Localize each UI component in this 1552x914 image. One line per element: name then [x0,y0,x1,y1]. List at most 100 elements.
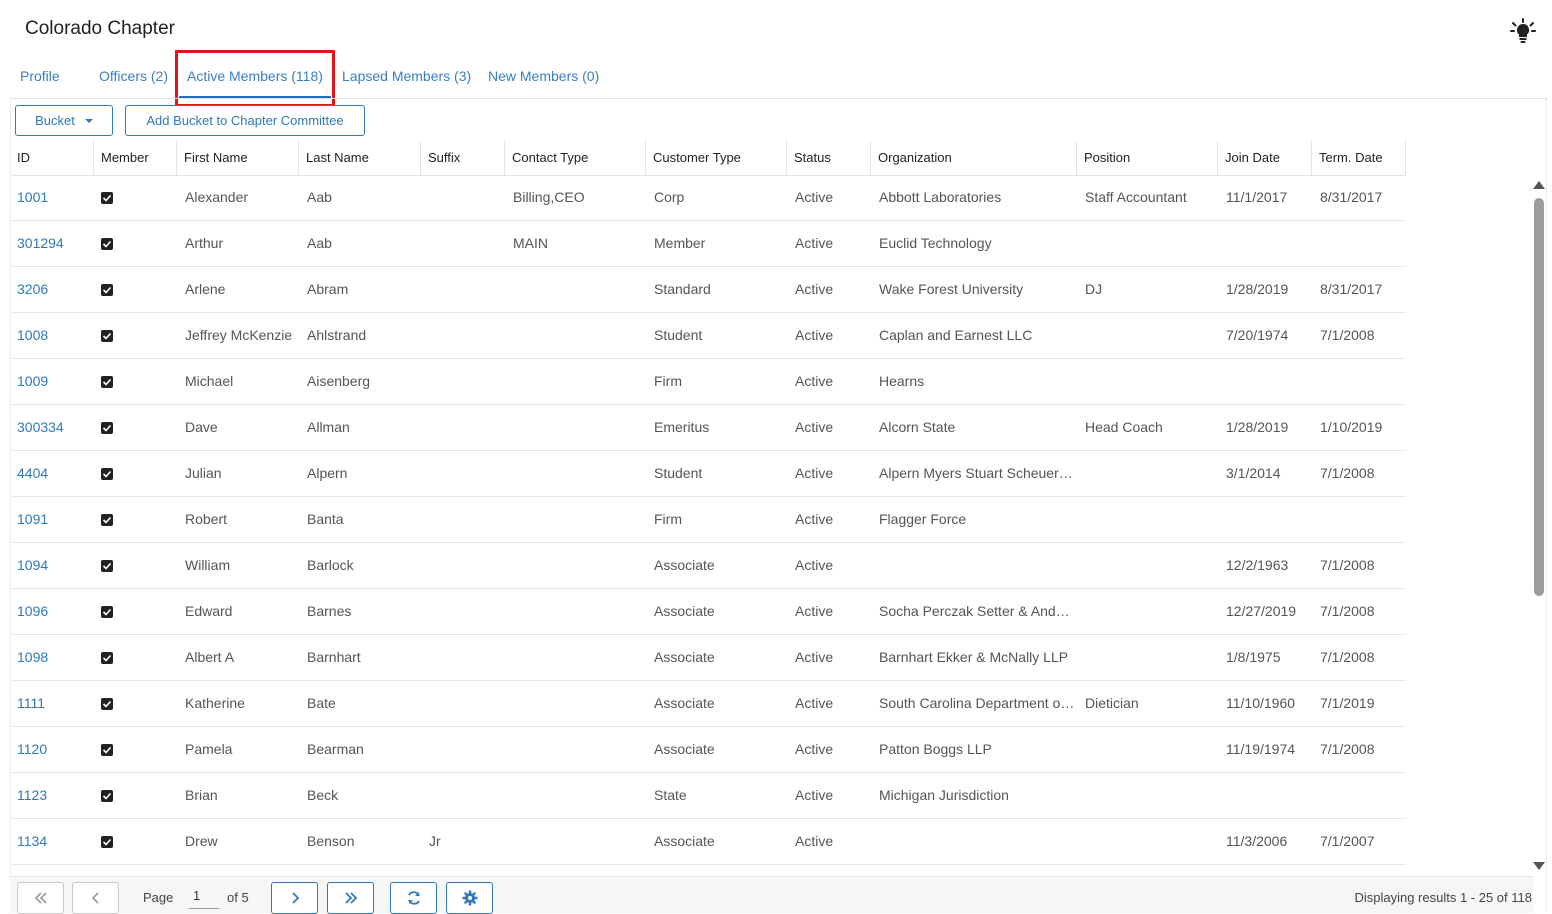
cell-term-date: 7/1/2008 [1320,741,1375,757]
column-header-last-name[interactable]: Last Name [299,141,421,175]
column-header-status[interactable]: Status [787,141,871,175]
tab-officers[interactable]: Officers (2) [99,68,168,84]
table-row[interactable]: 1120 Pamela Bearman Associate Active Patton B… [10,727,1406,773]
next-page-button[interactable] [271,882,318,914]
table-row[interactable]: 4404 Julian Alpern Student Active Alpern Myer… [10,451,1406,497]
table-row[interactable]: 1001 Alexander Aab Billing,CEO Corp Active Abb… [10,175,1406,221]
cell-contact-type [505,451,646,496]
cell-customer-type: Firm [654,511,682,527]
table-header: ID Member First Name Last Name Suffix Contact… [10,141,1406,176]
tab-active-members[interactable]: Active Members (118) [179,68,331,99]
cell-id[interactable]: 1098 [10,635,94,680]
cell-suffix [421,359,505,404]
cell-id[interactable]: 1008 [10,313,94,358]
table-row[interactable]: 301294 Arthur Aab MAIN Member Active Euclid Te… [10,221,1406,267]
cell-contact-type [505,681,646,726]
cell-first-name: Jeffrey McKenzie [185,327,293,343]
cell-organization: Flagger Force [879,511,967,527]
cell-customer-type: Student [654,327,703,343]
previous-page-button[interactable] [72,882,119,914]
cell-position [1077,221,1218,266]
table-row[interactable]: 1134 Drew Benson Jr Associate Active 11/3/2006… [10,819,1406,865]
cell-last-name: Ahlstrand [307,327,367,343]
page-number-input[interactable] [189,883,219,909]
cell-contact-type [505,267,646,312]
cell-first-name: Julian [185,465,222,481]
first-page-button[interactable] [17,882,64,914]
column-header-organization[interactable]: Organization [871,141,1077,175]
cell-id[interactable]: 1009 [10,359,94,404]
cell-status: Active [795,741,834,757]
column-header-contact-type[interactable]: Contact Type [505,141,646,175]
table-row[interactable]: 300334 Dave Allman Emeritus Active Alcorn Sta… [10,405,1406,451]
cell-id[interactable]: 1091 [10,497,94,542]
cell-contact-type [505,819,646,864]
table-row[interactable]: 1096 Edward Barnes Associate Active Socha Per… [10,589,1406,635]
table-row[interactable]: 3206 Arlene Abram Standard Active Wake Forest… [10,267,1406,313]
table-row[interactable]: 1008 Jeffrey McKenzie Ahlstrand Student Acti… [10,313,1406,359]
cell-status: Active [795,235,834,251]
cell-organization [871,819,1077,864]
cell-id[interactable]: 3206 [10,267,94,312]
cell-customer-type: Corp [654,189,685,205]
column-header-position[interactable]: Position [1077,141,1218,175]
cell-id[interactable]: 1094 [10,543,94,588]
column-header-suffix[interactable]: Suffix [421,141,505,175]
cell-id[interactable]: 1001 [10,175,94,220]
cell-id[interactable]: 1096 [10,589,94,634]
member-checkbox-checked-icon [101,790,113,802]
cell-join-date [1218,497,1312,542]
tab-lapsed-members[interactable]: Lapsed Members (3) [342,68,471,84]
scrollbar-thumb[interactable] [1534,198,1544,596]
member-checkbox-checked-icon [101,284,113,296]
cell-first-name: Michael [185,373,234,389]
table-row[interactable]: 1094 William Barlock Associate Active 12/2/19… [10,543,1406,589]
column-header-join-date[interactable]: Join Date [1218,141,1312,175]
column-header-id[interactable]: ID [10,141,94,175]
cell-join-date: 12/2/1963 [1226,557,1289,573]
member-checkbox-checked-icon [101,560,113,572]
last-page-button[interactable] [327,882,374,914]
tab-profile[interactable]: Profile [20,68,60,84]
cell-join-date: 11/10/1960 [1226,695,1296,711]
column-header-member[interactable]: Member [94,141,177,175]
member-checkbox-checked-icon [101,836,113,848]
cell-organization: Alpern Myers Stuart Scheuer… [879,465,1073,481]
bucket-dropdown-button[interactable]: Bucket [15,105,113,136]
cell-organization: South Carolina Department o… [879,695,1075,711]
scroll-up-icon[interactable] [1533,181,1545,189]
lightbulb-icon[interactable] [1510,18,1536,44]
add-bucket-button[interactable]: Add Bucket to Chapter Committee [125,105,365,136]
table-row[interactable]: 1123 Brian Beck State Active Michigan Jurisdi… [10,773,1406,819]
cell-term-date: 1/10/2019 [1320,419,1383,435]
cell-id[interactable]: 4404 [10,451,94,496]
cell-id[interactable]: 1134 [10,819,94,864]
cell-position [1077,543,1218,588]
cell-id[interactable]: 1120 [10,727,94,772]
table-row[interactable]: 1091 Robert Banta Firm Active Flagger Force [10,497,1406,543]
cell-term-date: 7/1/2008 [1320,327,1375,343]
cell-position [1077,313,1218,358]
table-row[interactable]: 1111 Katherine Bate Associate Active South Ca… [10,681,1406,727]
tab-new-members[interactable]: New Members (0) [488,68,599,84]
cell-id[interactable]: 1111 [10,681,94,726]
cell-first-name: Pamela [185,741,233,757]
refresh-button[interactable] [390,882,437,914]
caret-down-icon [84,118,93,123]
cell-join-date: 3/1/2014 [1226,465,1281,481]
cell-id[interactable]: 1123 [10,773,94,818]
cell-id[interactable]: 300334 [10,405,94,450]
cell-join-date: 7/20/1974 [1226,327,1289,343]
table-row[interactable]: 1009 Michael Aisenberg Firm Active Hearns [10,359,1406,405]
settings-button[interactable] [446,882,493,914]
cell-join-date: 1/28/2019 [1226,419,1289,435]
cell-term-date: 8/31/2017 [1320,189,1383,205]
cell-term-date: 7/1/2008 [1320,557,1375,573]
column-header-first-name[interactable]: First Name [177,141,299,175]
cell-id[interactable]: 301294 [10,221,94,266]
table-row[interactable]: 1098 Albert A Barnhart Associate Active Barnh… [10,635,1406,681]
column-header-customer-type[interactable]: Customer Type [646,141,787,175]
cell-join-date [1218,773,1312,818]
column-header-term-date[interactable]: Term. Date [1312,141,1406,175]
scroll-down-icon[interactable] [1533,862,1545,870]
